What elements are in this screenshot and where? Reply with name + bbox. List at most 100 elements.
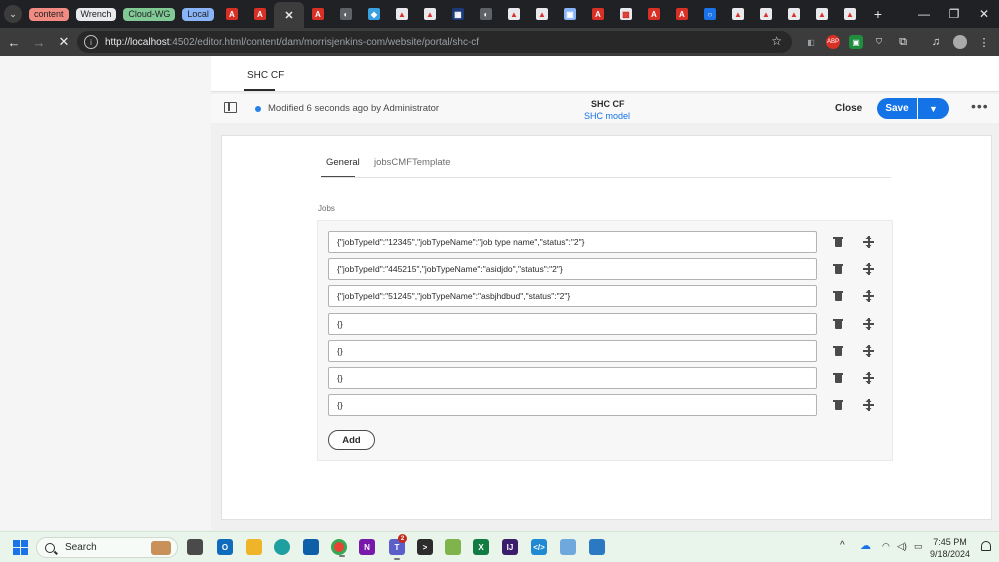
browser-tab[interactable]: A — [668, 0, 696, 28]
browser-tab[interactable]: ▦ — [444, 0, 472, 28]
reorder-handle-icon[interactable] — [863, 317, 874, 331]
browser-tab[interactable]: A — [584, 0, 612, 28]
reorder-handle-icon[interactable] — [863, 398, 874, 412]
windows-start-icon[interactable] — [13, 540, 28, 555]
job-input[interactable] — [328, 231, 817, 253]
store-icon[interactable] — [303, 539, 319, 555]
job-input[interactable] — [328, 258, 817, 280]
reorder-handle-icon[interactable] — [863, 235, 874, 249]
extension-shield-icon[interactable]: ⛉ — [872, 35, 886, 49]
browser-tab[interactable]: A — [304, 0, 332, 28]
close-icon[interactable]: ✕ — [283, 9, 295, 22]
intellij-icon[interactable]: IJ — [502, 539, 518, 555]
save-button[interactable]: Save — [877, 98, 917, 119]
taskbar-search[interactable]: Search — [36, 537, 178, 558]
browser-tab[interactable]: ◆ — [360, 0, 388, 28]
tab-group-label[interactable]: Local — [182, 7, 214, 21]
delete-icon[interactable] — [833, 318, 843, 330]
reorder-handle-icon[interactable] — [863, 289, 874, 303]
tab-shc-cf[interactable]: SHC CF — [247, 70, 284, 81]
tab-group-label[interactable]: Cloud-WG — [123, 7, 176, 21]
reorder-handle-icon[interactable] — [863, 344, 874, 358]
onenote-icon[interactable]: N — [359, 539, 375, 555]
minimize-icon[interactable]: — — [909, 0, 939, 28]
add-item-button[interactable]: Add — [328, 430, 375, 450]
tab-group-label[interactable]: content — [29, 7, 69, 21]
delete-icon[interactable] — [833, 263, 843, 275]
excel-icon[interactable]: X — [473, 539, 489, 555]
job-input[interactable] — [328, 367, 817, 389]
browser-tab[interactable]: ○ — [696, 0, 724, 28]
snipping-tool-icon[interactable] — [560, 539, 576, 555]
battery-icon[interactable]: ▭ — [914, 541, 923, 552]
browser-tab[interactable]: ▲ — [780, 0, 808, 28]
job-input[interactable] — [328, 285, 817, 307]
restore-icon[interactable]: ❐ — [939, 0, 969, 28]
reorder-handle-icon[interactable] — [863, 262, 874, 276]
paint-icon[interactable] — [445, 539, 461, 555]
job-input[interactable] — [328, 394, 817, 416]
tray-overflow-icon[interactable]: ^ — [840, 540, 845, 551]
browser-tab[interactable]: ▲ — [724, 0, 752, 28]
vscode-icon[interactable]: </> — [531, 539, 547, 555]
delete-icon[interactable] — [833, 399, 843, 411]
browser-tab[interactable]: ▣ — [556, 0, 584, 28]
terminal-icon[interactable]: > — [417, 539, 433, 555]
browser-tab[interactable]: ▲ — [500, 0, 528, 28]
browser-tab[interactable]: ◐ — [472, 0, 500, 28]
volume-icon[interactable]: ◁) — [897, 541, 907, 552]
adblock-plus-icon[interactable]: ABP — [826, 35, 840, 49]
site-info-icon[interactable]: i — [84, 35, 98, 49]
notification-bell-icon[interactable] — [981, 541, 991, 551]
wifi-icon[interactable]: ◠ — [882, 541, 890, 552]
outlook-icon[interactable]: O — [217, 539, 233, 555]
delete-icon[interactable] — [833, 372, 843, 384]
url-text[interactable]: http://localhost:4502/editor.html/conten… — [105, 37, 479, 48]
delete-icon[interactable] — [833, 236, 843, 248]
browser-tab[interactable]: A — [246, 0, 274, 28]
browser-tab[interactable]: ✕ — [273, 2, 304, 28]
bookmark-star-icon[interactable]: ☆ — [771, 34, 782, 48]
fragment-model-link[interactable]: SHC model — [584, 111, 630, 121]
address-bar[interactable]: i http://localhost:4502/editor.html/cont… — [77, 31, 792, 53]
reorder-handle-icon[interactable] — [863, 371, 874, 385]
chrome-icon[interactable] — [331, 539, 347, 557]
close-window-icon[interactable]: ✕ — [969, 0, 999, 28]
browser-tab[interactable]: ▲ — [528, 0, 556, 28]
browser-tab[interactable]: ▲ — [808, 0, 836, 28]
tab-search-icon[interactable]: ⌄ — [4, 5, 22, 23]
photos-icon[interactable] — [589, 539, 605, 555]
job-input[interactable] — [328, 313, 817, 335]
side-panel-toggle-icon[interactable] — [224, 102, 237, 113]
profile-avatar[interactable] — [953, 35, 967, 49]
forward-icon[interactable]: → — [28, 31, 50, 53]
more-actions-icon[interactable]: ••• — [971, 99, 989, 113]
tab-jobscmftemplate[interactable]: jobsCMFTemplate — [374, 157, 451, 168]
edge-icon[interactable] — [274, 539, 290, 555]
new-tab-button[interactable]: + — [864, 0, 892, 28]
browser-tab[interactable]: A — [218, 0, 246, 28]
browser-tab[interactable]: ▲ — [388, 0, 416, 28]
taskbar-clock[interactable]: 7:45 PM 9/18/2024 — [930, 536, 970, 560]
delete-icon[interactable] — [833, 345, 843, 357]
job-input[interactable] — [328, 340, 817, 362]
tab-group-label[interactable]: Wrench — [75, 7, 117, 21]
extension-icon[interactable]: ◧ — [804, 35, 818, 49]
browser-tab[interactable]: ▲ — [836, 0, 864, 28]
task-view-icon[interactable] — [187, 539, 203, 555]
media-control-icon[interactable]: ♫ — [929, 35, 943, 49]
browser-tab[interactable]: ◐ — [332, 0, 360, 28]
browser-tab[interactable]: A — [640, 0, 668, 28]
save-options-chevron-icon[interactable]: ▼ — [918, 98, 949, 119]
extension-green-icon[interactable]: ▣ — [849, 35, 863, 49]
browser-menu-icon[interactable]: ⋮ — [977, 35, 991, 49]
back-icon[interactable]: ← — [3, 31, 25, 53]
browser-tab[interactable]: ▩ — [612, 0, 640, 28]
browser-tab[interactable]: ▲ — [752, 0, 780, 28]
onedrive-icon[interactable]: ☁ — [860, 539, 871, 552]
stop-loading-icon[interactable]: ✕ — [53, 31, 75, 53]
file-explorer-icon[interactable] — [246, 539, 262, 555]
extensions-puzzle-icon[interactable]: ⧉ — [896, 35, 910, 49]
browser-tab[interactable]: ▲ — [416, 0, 444, 28]
teams-icon[interactable]: T 2 — [389, 534, 407, 560]
